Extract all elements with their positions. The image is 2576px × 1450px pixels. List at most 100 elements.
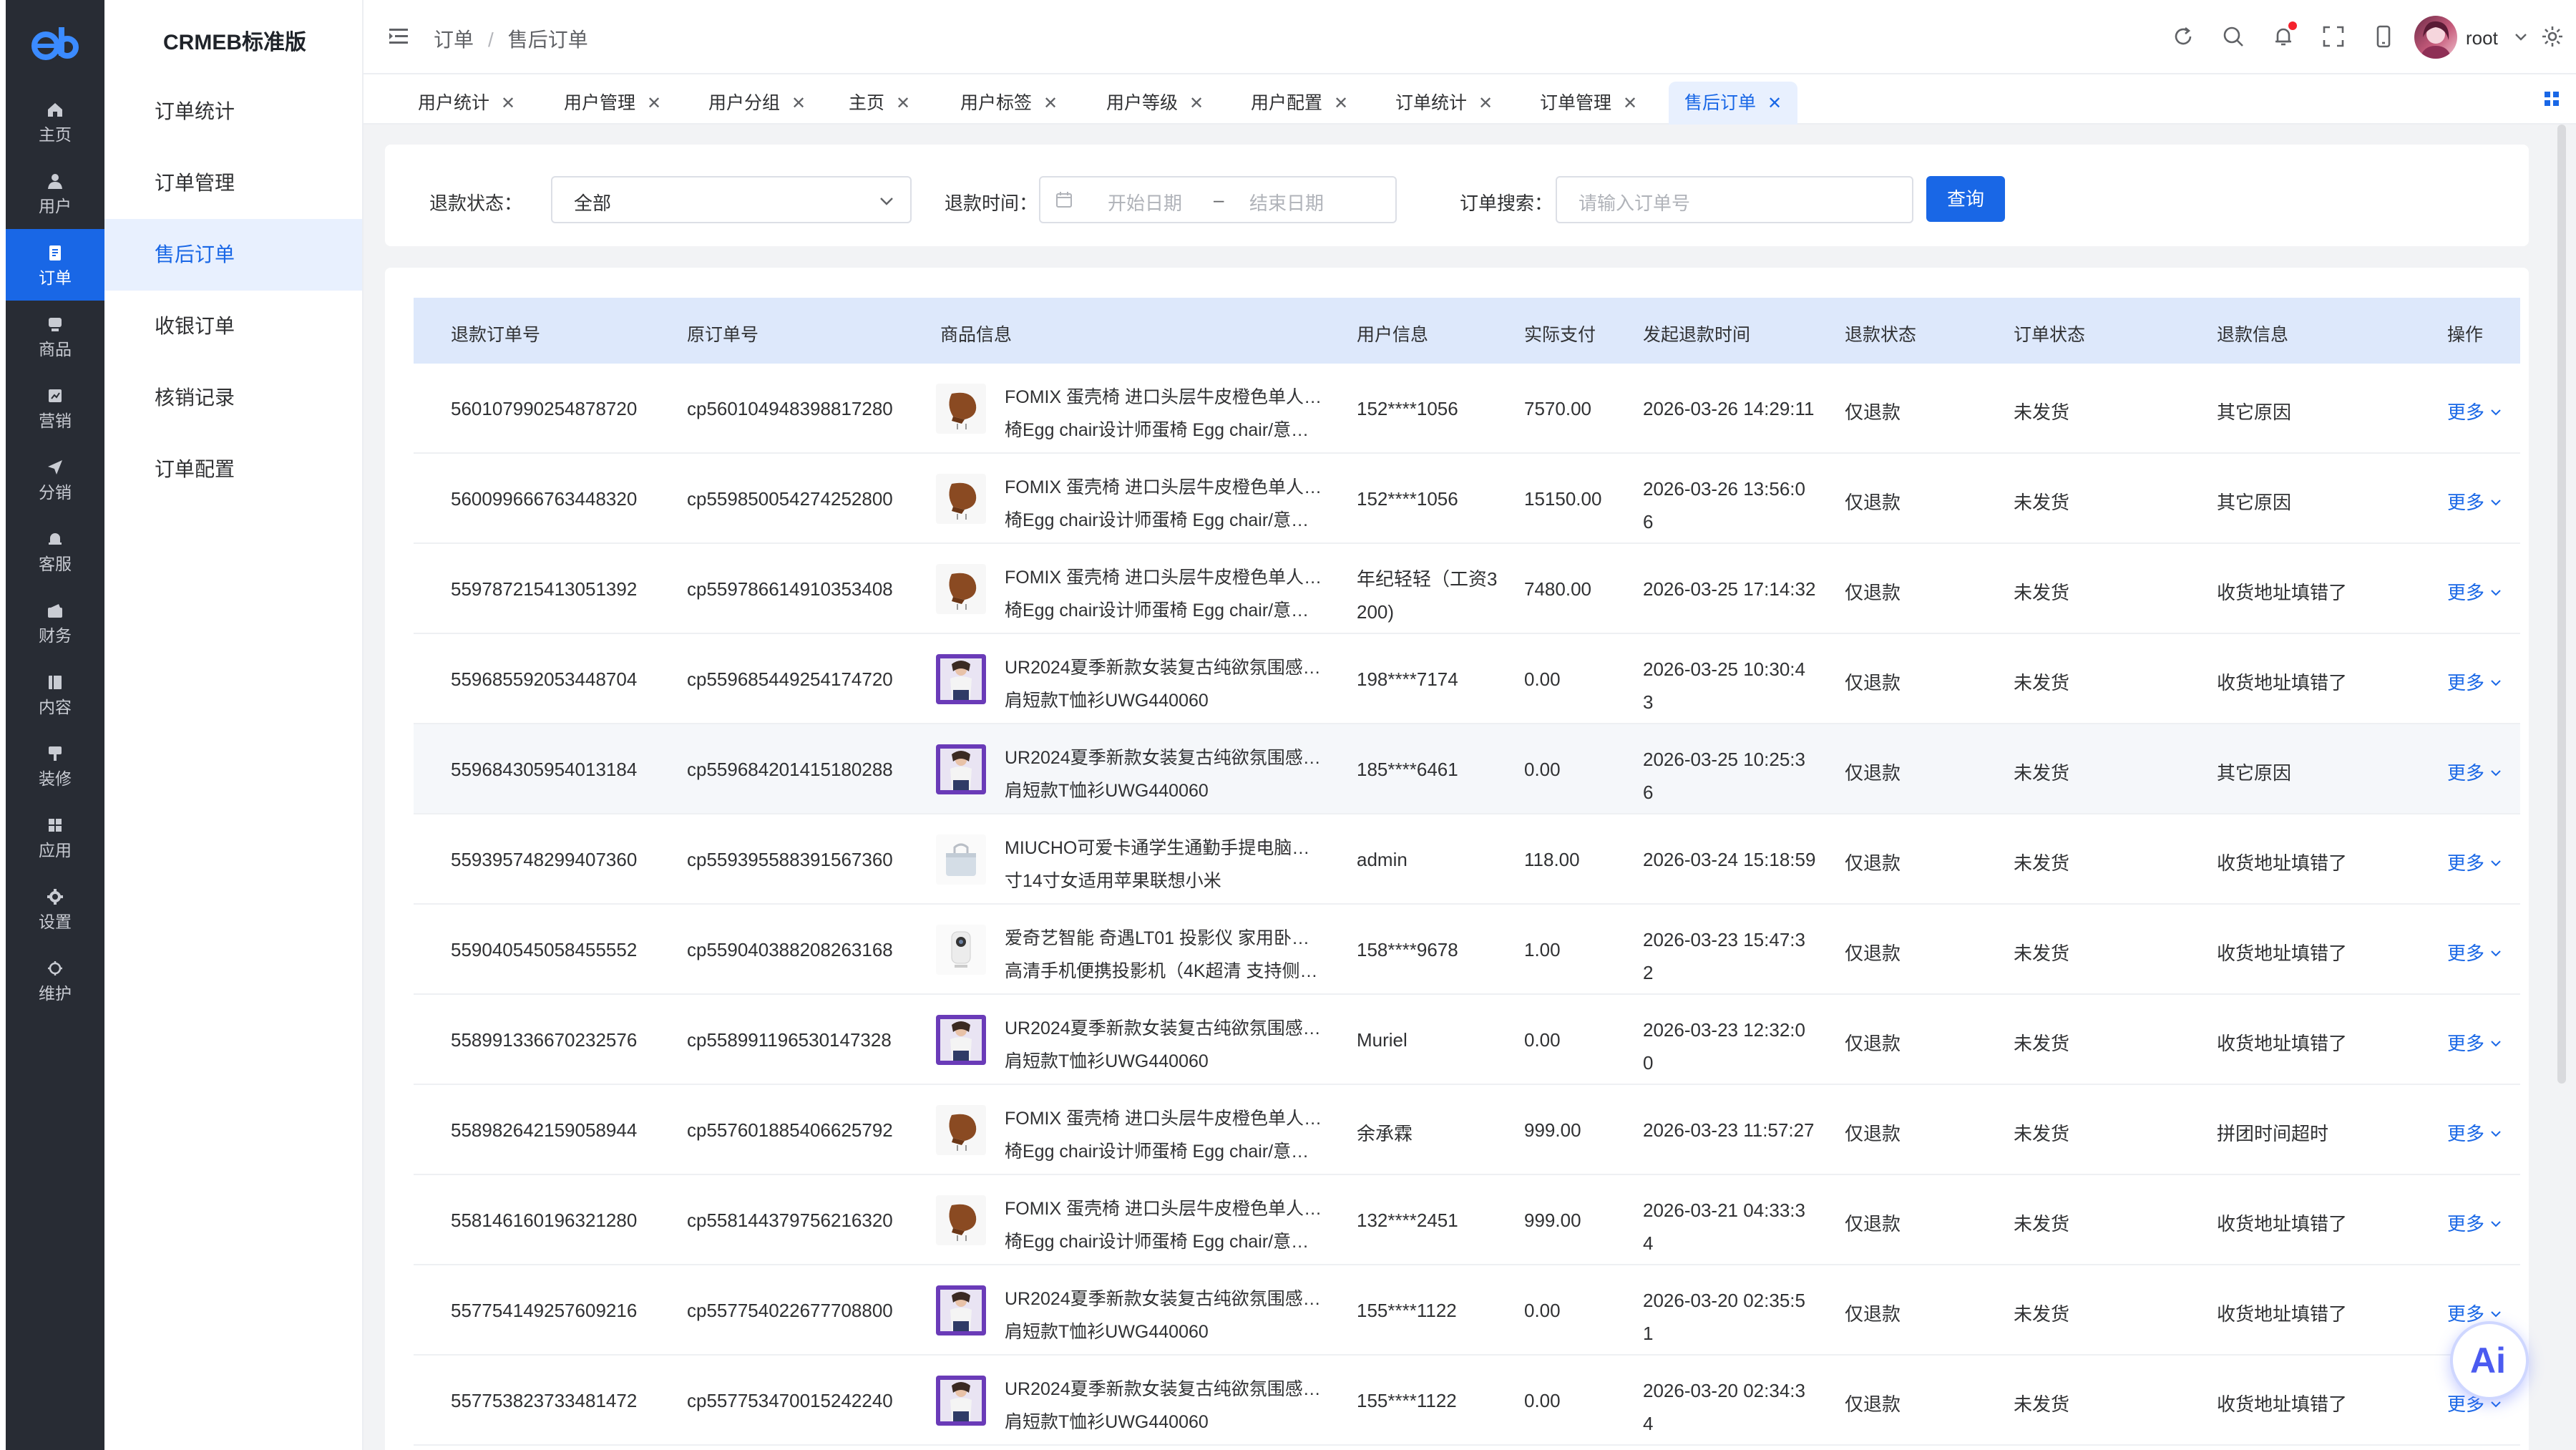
submenu-item[interactable]: 核销记录 <box>104 362 362 434</box>
product-thumbnail[interactable] <box>936 1105 986 1155</box>
table-row[interactable]: 558982642159058944 cp557601885406625792 FO… <box>414 1085 2520 1175</box>
close-icon[interactable]: ✕ <box>647 94 661 113</box>
rail-item-order[interactable]: 订单 <box>6 229 104 301</box>
close-icon[interactable]: ✕ <box>1334 94 1348 113</box>
more-actions-dropdown[interactable]: 更多 <box>2447 759 2502 785</box>
product-thumbnail[interactable] <box>936 1015 986 1065</box>
close-icon[interactable]: ✕ <box>1623 94 1637 113</box>
chevron-down-icon[interactable] <box>2513 29 2529 44</box>
more-actions-dropdown[interactable]: 更多 <box>2447 398 2502 424</box>
close-icon[interactable]: ✕ <box>1767 94 1782 113</box>
submenu-item[interactable]: 订单配置 <box>104 434 362 505</box>
rail-item-distribution[interactable]: 分销 <box>6 444 104 515</box>
more-actions-dropdown[interactable]: 更多 <box>2447 1119 2502 1146</box>
tag-tab[interactable]: 用户标签 ✕ <box>945 82 1073 125</box>
table-row[interactable]: 557753823733481472 cp557753470015242240 UR… <box>414 1356 2520 1446</box>
table-row[interactable]: 557754149257609216 cp557754022677708800 UR… <box>414 1265 2520 1356</box>
refund-status-select[interactable]: 全部 <box>551 176 912 223</box>
page-scrollbar[interactable] <box>2557 125 2566 1084</box>
tags-menu-grid-icon[interactable] <box>2543 90 2560 107</box>
product-thumbnail[interactable] <box>936 564 986 614</box>
more-actions-dropdown[interactable]: 更多 <box>2447 849 2502 875</box>
submenu-item[interactable]: 订单统计 <box>104 76 362 147</box>
rail-item-user[interactable]: 用户 <box>6 157 104 229</box>
close-icon[interactable]: ✕ <box>501 94 515 113</box>
breadcrumb-item[interactable]: 订单 <box>434 29 474 51</box>
rail-item-product[interactable]: 商品 <box>6 301 104 372</box>
product-thumbnail[interactable] <box>936 1376 986 1426</box>
product-thumbnail[interactable] <box>936 925 986 975</box>
close-icon[interactable]: ✕ <box>1043 94 1058 113</box>
more-actions-dropdown[interactable]: 更多 <box>2447 578 2502 605</box>
submenu-item[interactable]: 售后订单 <box>104 219 362 291</box>
product-name-line2: 肩短款T恤衫UWG440060 <box>1005 781 1209 801</box>
rail-item-apps[interactable]: 应用 <box>6 802 104 873</box>
tag-tab[interactable]: 用户统计 ✕ <box>402 82 531 125</box>
mobile-preview-icon[interactable] <box>2371 24 2396 49</box>
product-thumbnail[interactable] <box>936 1195 986 1245</box>
more-actions-dropdown[interactable]: 更多 <box>2447 488 2502 515</box>
refund-date-range-picker[interactable]: 开始日期 – 结束日期 <box>1039 176 1397 223</box>
refund-time-cont: 6 <box>1643 782 1654 803</box>
query-button[interactable]: 查询 <box>1926 176 2005 222</box>
end-date-placeholder: 结束日期 <box>1249 193 1324 214</box>
product-thumbnail[interactable] <box>936 474 986 524</box>
rail-item-finance[interactable]: 财务 <box>6 587 104 658</box>
rail-item-home[interactable]: 主页 <box>6 86 104 157</box>
tag-tab[interactable]: 用户等级 ✕ <box>1091 82 1219 125</box>
more-actions-dropdown[interactable]: 更多 <box>2447 1029 2502 1056</box>
settings-gear-icon[interactable] <box>2540 24 2565 49</box>
more-actions-dropdown[interactable]: 更多 <box>2447 1210 2502 1236</box>
table-row[interactable]: 559684305954013184 cp559684201415180288 UR… <box>414 724 2520 814</box>
refresh-icon[interactable] <box>2171 24 2195 49</box>
ai-assistant-button[interactable]: Ai <box>2450 1321 2529 1400</box>
tag-tab[interactable]: 主页 ✕ <box>833 82 926 125</box>
fullscreen-icon[interactable] <box>2321 24 2346 49</box>
product-thumbnail[interactable] <box>936 654 986 704</box>
close-icon[interactable]: ✕ <box>791 94 806 113</box>
close-icon[interactable]: ✕ <box>896 94 910 113</box>
tag-tab[interactable]: 用户分组 ✕ <box>693 82 821 125</box>
submenu-item[interactable]: 订单管理 <box>104 147 362 219</box>
username[interactable]: root <box>2466 27 2498 49</box>
menu-fold-icon[interactable] <box>388 26 409 47</box>
tag-tab[interactable]: 用户配置 ✕ <box>1235 82 1364 125</box>
actual-payment: 999.00 <box>1524 1119 1581 1141</box>
submenu-item[interactable]: 收银订单 <box>104 291 362 362</box>
rail-item-marketing[interactable]: 营销 <box>6 372 104 444</box>
rail-item-decoration[interactable]: 装修 <box>6 730 104 802</box>
table-row[interactable]: 560107990254878720 cp560104948398817280 FO… <box>414 364 2520 454</box>
table-row[interactable]: 559395748299407360 cp559395588391567360 MI… <box>414 814 2520 905</box>
close-icon[interactable]: ✕ <box>1189 94 1204 113</box>
close-icon[interactable]: ✕ <box>1478 94 1493 113</box>
table-row[interactable]: 559787215413051392 cp559786614910353408 FO… <box>414 544 2520 634</box>
user-avatar[interactable] <box>2414 16 2457 59</box>
table-row[interactable]: 560099666763448320 cp559850054274252800 FO… <box>414 454 2520 544</box>
order-search-input[interactable]: 请输入订单号 <box>1556 176 1913 223</box>
table-row[interactable]: 558146160196321280 cp558144379756216320 FO… <box>414 1175 2520 1265</box>
product-projector-image <box>936 925 986 975</box>
search-icon[interactable] <box>2221 24 2245 49</box>
tag-tab[interactable]: 订单管理 ✕ <box>1524 82 1653 125</box>
rail-item-service[interactable]: 客服 <box>6 515 104 587</box>
table-row[interactable]: 559685592053448704 cp559685449254174720 UR… <box>414 634 2520 724</box>
column-header: 退款订单号 <box>451 325 541 345</box>
more-actions-dropdown[interactable]: 更多 <box>2447 939 2502 965</box>
product-name-line1: FOMIX 蛋壳椅 进口头层牛皮橙色单人沙发 <box>1005 387 1327 407</box>
product-thumbnail[interactable] <box>936 744 986 794</box>
more-actions-dropdown[interactable]: 更多 <box>2447 668 2502 695</box>
product-thumbnail[interactable] <box>936 1285 986 1335</box>
table-row[interactable]: 558991336670232576 cp558991196530147328 UR… <box>414 995 2520 1085</box>
product-thumbnail[interactable] <box>936 384 986 434</box>
tag-tab[interactable]: 售后订单 ✕ <box>1669 82 1798 125</box>
product-thumbnail[interactable] <box>936 835 986 885</box>
rail-item-maintenance[interactable]: 维护 <box>6 945 104 1016</box>
more-label: 更多 <box>2447 852 2485 874</box>
tag-tab[interactable]: 用户管理 ✕ <box>548 82 677 125</box>
tag-tab[interactable]: 订单统计 ✕ <box>1380 82 1508 125</box>
table-row[interactable]: 559040545058455552 cp559040388208263168 爱奇… <box>414 905 2520 995</box>
rail-item-settings[interactable]: 设置 <box>6 873 104 945</box>
rail-item-content[interactable]: 内容 <box>6 658 104 730</box>
crmeb-logo[interactable] <box>30 17 80 67</box>
refund-order-no: 559787215413051392 <box>451 578 638 600</box>
